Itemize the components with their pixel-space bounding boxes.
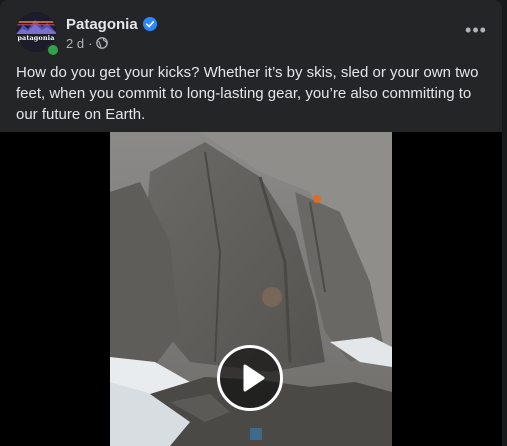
meta-separator: · — [88, 35, 93, 51]
globe-icon[interactable] — [96, 37, 109, 49]
more-options-icon[interactable]: ••• — [462, 16, 490, 44]
video-frame[interactable] — [110, 132, 392, 446]
post-header: patagonia Patagonia 2 d · ••• — [16, 12, 486, 57]
author-row: Patagonia — [66, 14, 157, 34]
author-name[interactable]: Patagonia — [66, 16, 138, 33]
post-meta: 2 d · — [66, 35, 109, 51]
video-player[interactable] — [0, 132, 502, 446]
post-text: How do you get your kicks? Whether it’s … — [16, 64, 479, 123]
play-button[interactable] — [217, 345, 283, 411]
play-icon — [243, 364, 265, 392]
avatar-logo-text: patagonia — [17, 34, 55, 42]
verified-badge-icon — [142, 17, 157, 31]
post-card: patagonia Patagonia 2 d · ••• How do you… — [0, 0, 502, 446]
post-timestamp[interactable]: 2 d — [66, 36, 84, 51]
online-status-dot — [46, 43, 60, 57]
